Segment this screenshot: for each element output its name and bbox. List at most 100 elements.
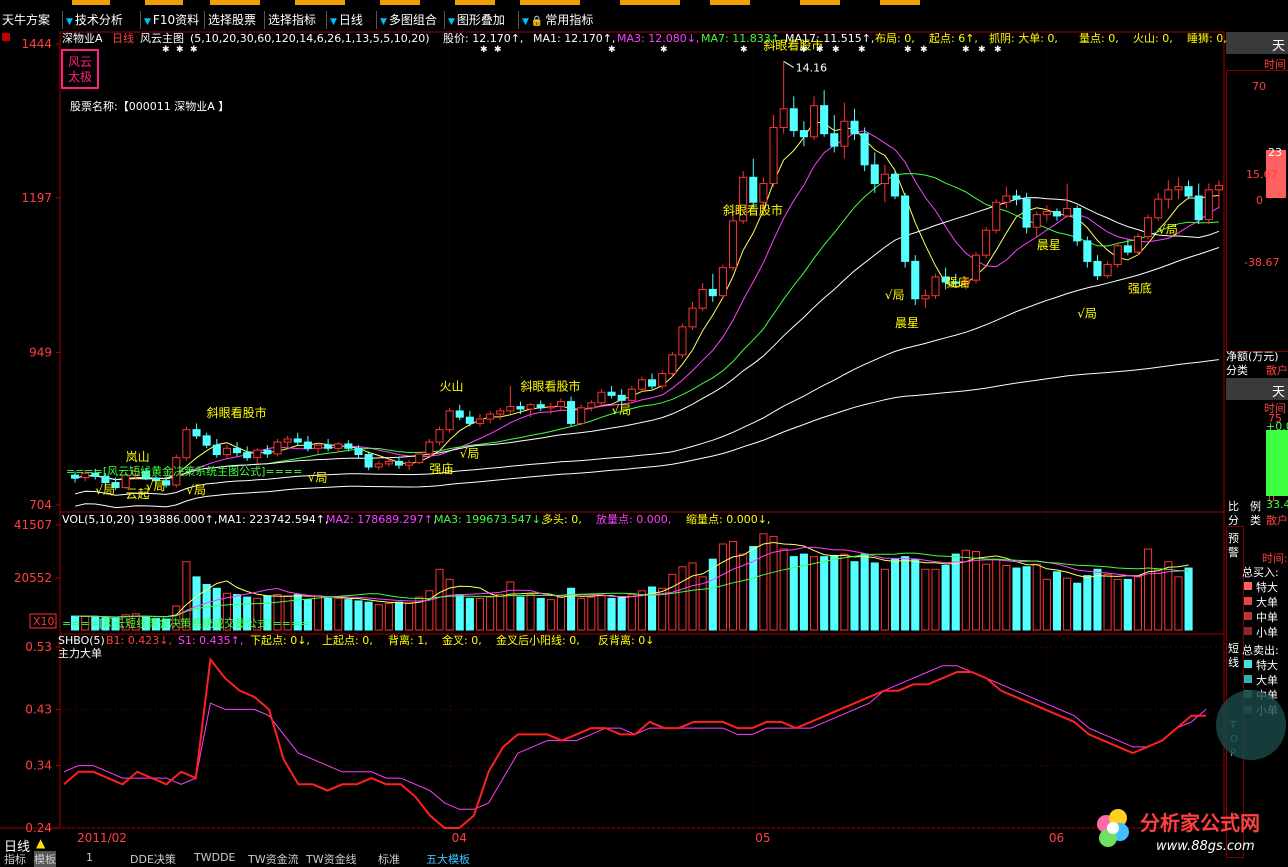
candle-body [789,108,798,132]
right-panel: 天时间7015.670-38.6723净额(万元)分类散户天时间75+0.050… [1216,30,1288,858]
signal-star-icon: ✱ [190,45,198,55]
bottom-tab-6[interactable]: TW资金线 [306,851,357,867]
candle-body [617,394,626,401]
volume-tick-label: 20552 [14,571,52,585]
candle-body [577,407,586,424]
bottom-tab-1[interactable]: 模板 [34,851,56,867]
sell-legend-swatch [1244,675,1252,683]
chart-annotation: 斜眼看股市 [207,405,267,420]
flow-scale-label: 70 [1252,80,1266,93]
volume-bar [354,600,363,631]
volume-bar [1133,576,1142,631]
volume-bar [587,596,596,631]
candle-body [779,108,788,128]
volume-bar [901,556,910,631]
candle-body [243,452,252,459]
menu-separator [264,11,265,29]
menu-item-1[interactable]: ▼ 技术分析 [66,11,123,29]
menu-item-7[interactable]: ▼ 图形叠加 [448,11,505,29]
candle-body [324,444,333,449]
bottom-tab-7[interactable]: 标准 [378,851,400,867]
candle-body [364,454,373,468]
menu-separator [326,11,327,29]
menu-item-label: 技术分析 [74,13,123,27]
candle-body [698,288,707,309]
volume-bar [1184,567,1193,631]
menu-item-label: 多图组合 [388,13,437,27]
volume-formula-text: ====[风云短线黄金决策系统成交量公式]==== [62,616,309,630]
volume-bar [1093,568,1102,631]
buy-legend-swatch [1244,627,1252,635]
volume-header-item: 缩量点: 0.000↓, [686,513,770,526]
chart-annotation: √局 [612,403,632,417]
flower-icon [1097,809,1129,847]
watermark-logo: 分析家公式网 www.88gs.com [1097,809,1260,854]
volume-bar [931,568,940,631]
volume-bar [475,597,485,631]
menu-item-2[interactable]: ▼ F10资料 [144,11,199,29]
candle-body [1073,207,1082,242]
candle-body [587,402,596,409]
menu-item-6[interactable]: ▼ 多图组合 [380,11,437,29]
chart-annotation: 斜眼看股市 [723,203,783,218]
candle-body [658,373,667,387]
volume-bar [405,602,414,631]
volume-header-item: MA3: 199673.547↓, [434,513,544,526]
candle-body [1093,260,1102,277]
volume-bar [850,561,859,631]
bottom-tab-0[interactable]: 指标 [4,851,26,867]
volume-bar [334,597,343,631]
candle-body [992,201,1001,231]
menu-separator [518,11,519,29]
candle-body [506,406,515,412]
bottom-tab-3[interactable]: DDE决策 [130,851,176,867]
candle-body [809,105,819,138]
menu-item-label: 日线 [338,13,363,27]
sell-row-label: 特大 [1256,659,1278,672]
shbo-header-item: SHBO(5) [58,634,105,647]
volume-bar [1154,568,1163,631]
volume-bar [668,573,677,631]
candle-body [678,326,687,356]
volume-bar [577,597,586,631]
sell-total-label: 总卖出: [1242,644,1279,657]
candle-body [303,441,312,449]
sell-row-label: 大单 [1256,674,1278,687]
shbo-sub-label: 主力大单 [58,646,102,660]
candle-body [1194,195,1203,221]
candle-body [293,438,302,443]
short-tab: 线 [1228,656,1239,669]
volume-bar [1063,577,1072,631]
candle-body [870,164,879,185]
menu-separator [62,11,63,29]
price-tick-label: 949 [29,345,52,359]
bottom-tab-5[interactable]: TW资金流 [248,851,299,867]
volume-bar [617,596,626,631]
volume-bar [1174,576,1183,631]
menu-item-4[interactable]: 选择指标 [268,11,316,29]
bottom-bar: 日线 ▲ 指标 模板 1 DDE决策 TWDDE TW资金流 TW资金线 标准 五大模板 [0,836,1230,867]
dropdown-arrow-icon: ▼ [522,17,529,27]
main-header-item: 股价: 12.170↑, [443,32,523,45]
menu-item-3[interactable]: 选择股票 [208,11,256,29]
scatter-label-2: 散户 [1266,514,1288,527]
candle-body [374,463,383,468]
menu-item-0[interactable]: 天牛方案 [2,11,50,29]
candle-body [486,413,495,420]
candle-body [1123,245,1132,253]
bottom-tab-8[interactable]: 五大模板 [426,851,470,867]
menu-item-5[interactable]: ▼ 日线 [330,11,363,29]
logo-text: 太极 [68,69,92,84]
candle-body [1154,198,1163,219]
candle-body [1083,240,1092,262]
candle-body [263,449,272,455]
signal-star-icon: ✱ [494,45,502,55]
volume-bar [820,556,829,631]
volume-bar [1083,575,1092,631]
right-title-2: 天 [1272,385,1286,400]
menu-item-8[interactable]: ▼ 🔒 常用指标 [522,11,593,29]
candle-body [688,307,697,328]
ma5-line [74,121,1219,481]
candle-body [496,410,505,415]
candle-body [435,429,444,443]
